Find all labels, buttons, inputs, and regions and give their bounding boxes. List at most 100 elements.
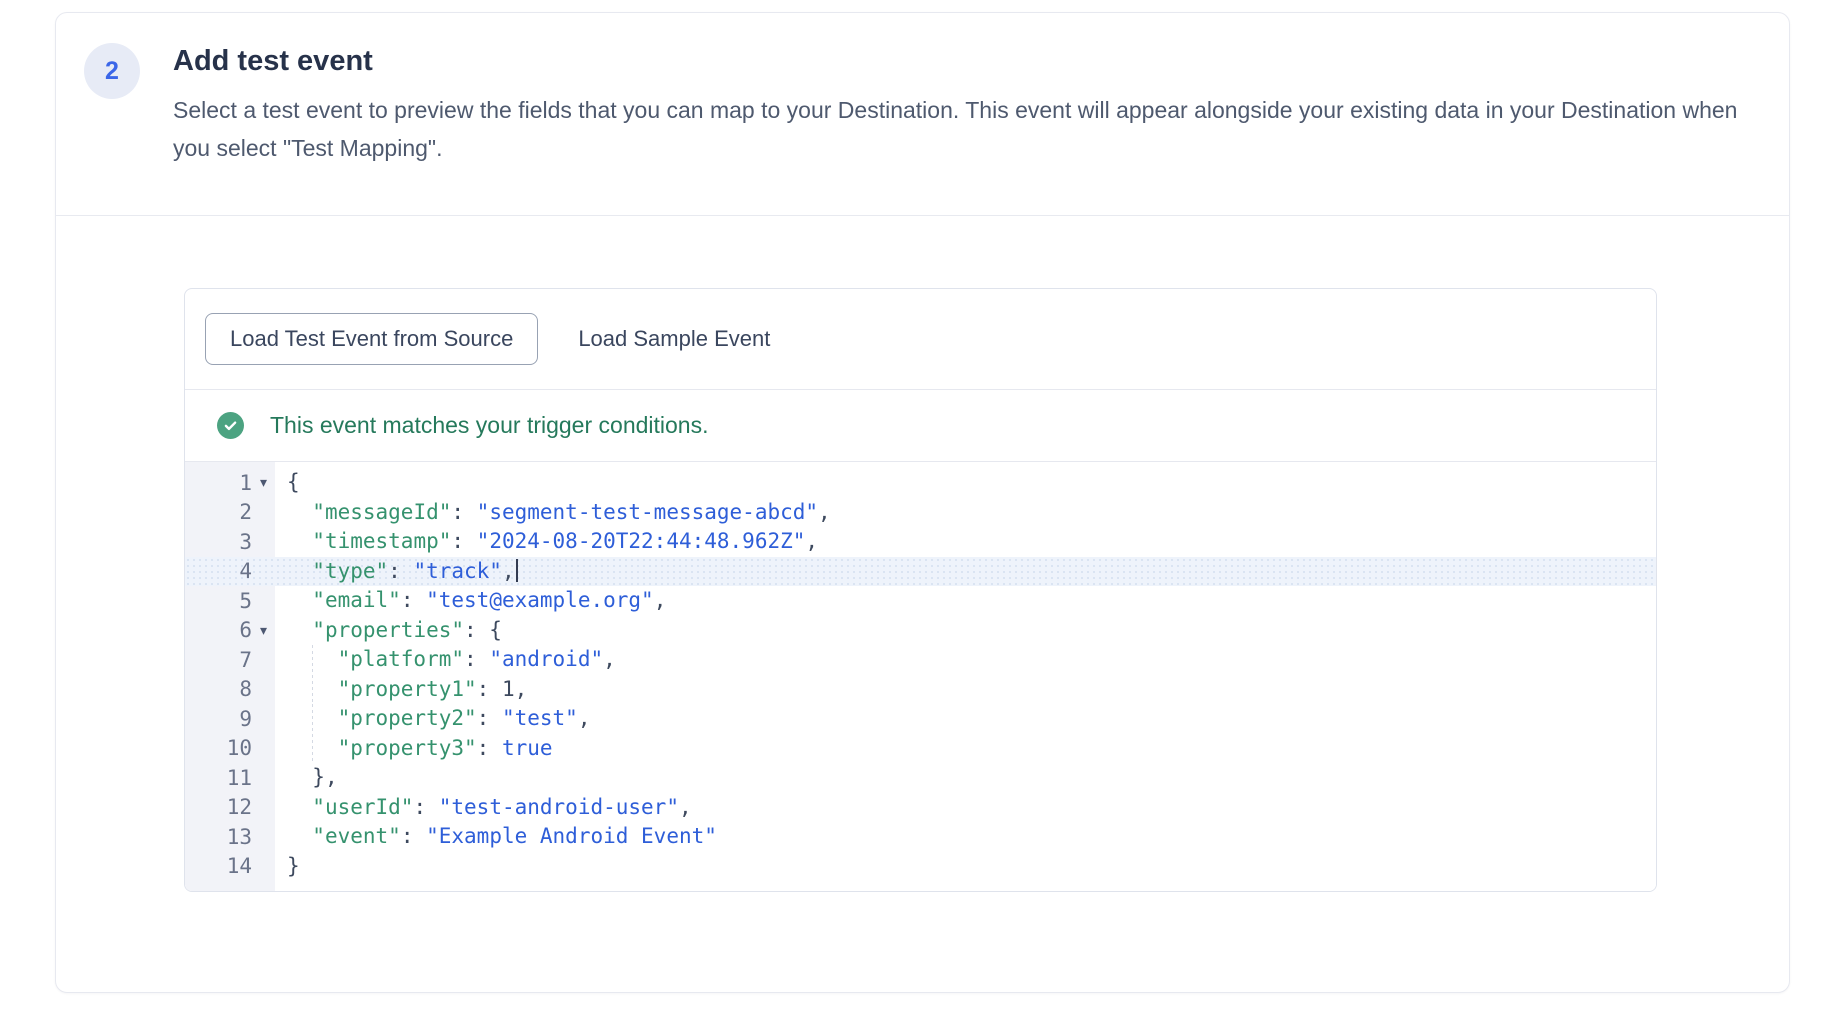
code-line[interactable]: 12 "userId": "test-android-user",	[185, 793, 1656, 823]
code-token: :	[477, 736, 502, 760]
load-test-event-button[interactable]: Load Test Event from Source	[205, 313, 538, 365]
code-token: : {	[464, 618, 502, 642]
trigger-match-status: This event matches your trigger conditio…	[185, 390, 1656, 462]
line-number: 2	[239, 500, 252, 524]
editor-gutter-cell: 13	[185, 822, 275, 852]
editor-gutter-cell: 7	[185, 645, 275, 675]
code-line[interactable]: 1▾{	[185, 468, 1656, 498]
editor-gutter-cell: 10	[185, 734, 275, 764]
code-token: "userId"	[312, 795, 413, 819]
line-number: 5	[239, 589, 252, 613]
event-source-toolbar: Load Test Event from Source Load Sample …	[185, 289, 1656, 390]
test-event-panel: Load Test Event from Source Load Sample …	[184, 288, 1657, 892]
fold-arrow-icon[interactable]: ▾	[252, 468, 275, 498]
code-token: "property3"	[338, 736, 477, 760]
code-token: ,	[818, 500, 831, 524]
code-line-content[interactable]: "userId": "test-android-user",	[275, 793, 1656, 823]
code-line[interactable]: 11 },	[185, 763, 1656, 793]
code-line[interactable]: 9 "property2": "test",	[185, 704, 1656, 734]
line-number: 7	[239, 648, 252, 672]
code-token: 1	[502, 677, 515, 701]
editor-gutter-cell: 4	[185, 557, 275, 587]
page-title: Add test event	[173, 43, 1768, 79]
code-line-content[interactable]: "type": "track",	[275, 557, 1656, 587]
line-number: 1	[239, 471, 252, 495]
code-token: ,	[515, 677, 528, 701]
step-description: Select a test event to preview the field…	[173, 91, 1768, 167]
editor-gutter-cell: 2	[185, 498, 275, 528]
line-number: 9	[239, 707, 252, 731]
code-line-content[interactable]: "platform": "android",	[275, 645, 1656, 675]
code-line-content[interactable]: }	[275, 852, 1656, 882]
step-number-badge: 2	[84, 43, 140, 99]
status-message: This event matches your trigger conditio…	[270, 412, 708, 439]
code-token: :	[401, 588, 426, 612]
code-line-content[interactable]: {	[275, 468, 1656, 498]
code-line-content[interactable]: "property3": true	[275, 734, 1656, 764]
line-number: 6	[239, 618, 252, 642]
line-number: 8	[239, 677, 252, 701]
code-token: "Example Android Event"	[426, 824, 717, 848]
editor-gutter-cell: 1▾	[185, 468, 275, 498]
code-line-content[interactable]: "property2": "test",	[275, 704, 1656, 734]
code-editor[interactable]: 1▾{2 "messageId": "segment-test-message-…	[185, 462, 1656, 891]
code-token: ,	[679, 795, 692, 819]
code-line[interactable]: 2 "messageId": "segment-test-message-abc…	[185, 498, 1656, 528]
editor-filler	[185, 881, 1656, 891]
code-token: :	[413, 795, 438, 819]
code-line[interactable]: 10 "property3": true	[185, 734, 1656, 764]
code-token: "timestamp"	[312, 529, 451, 553]
step-header: 2 Add test event Select a test event to …	[56, 13, 1789, 216]
code-line[interactable]: 5 "email": "test@example.org",	[185, 586, 1656, 616]
code-token: :	[477, 706, 502, 730]
line-number: 11	[227, 766, 252, 790]
code-token: :	[477, 677, 502, 701]
code-line-content[interactable]: "event": "Example Android Event"	[275, 822, 1656, 852]
code-token: "type"	[312, 559, 388, 583]
code-token: ,	[502, 559, 515, 583]
code-line[interactable]: 6▾ "properties": {	[185, 616, 1656, 646]
editor-gutter-cell: 12	[185, 793, 275, 823]
code-token: "android"	[489, 647, 603, 671]
line-number: 3	[239, 530, 252, 554]
code-line-content[interactable]: "messageId": "segment-test-message-abcd"…	[275, 498, 1656, 528]
editor-gutter-cell: 14	[185, 852, 275, 882]
editor-gutter-cell: 5	[185, 586, 275, 616]
code-token: "platform"	[338, 647, 464, 671]
code-token: ,	[654, 588, 667, 612]
code-token: "test@example.org"	[426, 588, 654, 612]
code-line-content[interactable]: "properties": {	[275, 616, 1656, 646]
code-line[interactable]: 4 "type": "track",	[185, 557, 1656, 587]
editor-gutter-cell: 3	[185, 527, 275, 557]
code-token: :	[388, 559, 413, 583]
line-number: 4	[239, 559, 252, 583]
code-token: :	[464, 647, 489, 671]
code-line[interactable]: 14}	[185, 852, 1656, 882]
code-token: "messageId"	[312, 500, 451, 524]
code-token: },	[312, 765, 337, 789]
code-token: ,	[578, 706, 591, 730]
code-line[interactable]: 8 "property1": 1,	[185, 675, 1656, 705]
add-test-event-card: 2 Add test event Select a test event to …	[55, 12, 1790, 993]
fold-arrow-icon[interactable]: ▾	[252, 616, 275, 646]
code-token: "segment-test-message-abcd"	[477, 500, 818, 524]
code-token: }	[287, 854, 300, 878]
code-token: "2024-08-20T22:44:48.962Z"	[477, 529, 806, 553]
editor-gutter-cell	[185, 881, 275, 891]
load-sample-event-button[interactable]: Load Sample Event	[558, 313, 790, 365]
code-line-content[interactable]: "property1": 1,	[275, 675, 1656, 705]
check-circle-icon	[217, 412, 244, 439]
code-line[interactable]: 7 "platform": "android",	[185, 645, 1656, 675]
code-token: "test"	[502, 706, 578, 730]
code-line[interactable]: 13 "event": "Example Android Event"	[185, 822, 1656, 852]
line-number: 12	[227, 795, 252, 819]
step-header-text: Add test event Select a test event to pr…	[173, 43, 1768, 215]
code-token: "properties"	[312, 618, 464, 642]
code-line-content[interactable]: "email": "test@example.org",	[275, 586, 1656, 616]
code-line[interactable]: 3 "timestamp": "2024-08-20T22:44:48.962Z…	[185, 527, 1656, 557]
code-token: ,	[603, 647, 616, 671]
code-line-content[interactable]: },	[275, 763, 1656, 793]
code-token: :	[451, 500, 476, 524]
editor-filler-code	[275, 881, 1656, 891]
code-line-content[interactable]: "timestamp": "2024-08-20T22:44:48.962Z",	[275, 527, 1656, 557]
